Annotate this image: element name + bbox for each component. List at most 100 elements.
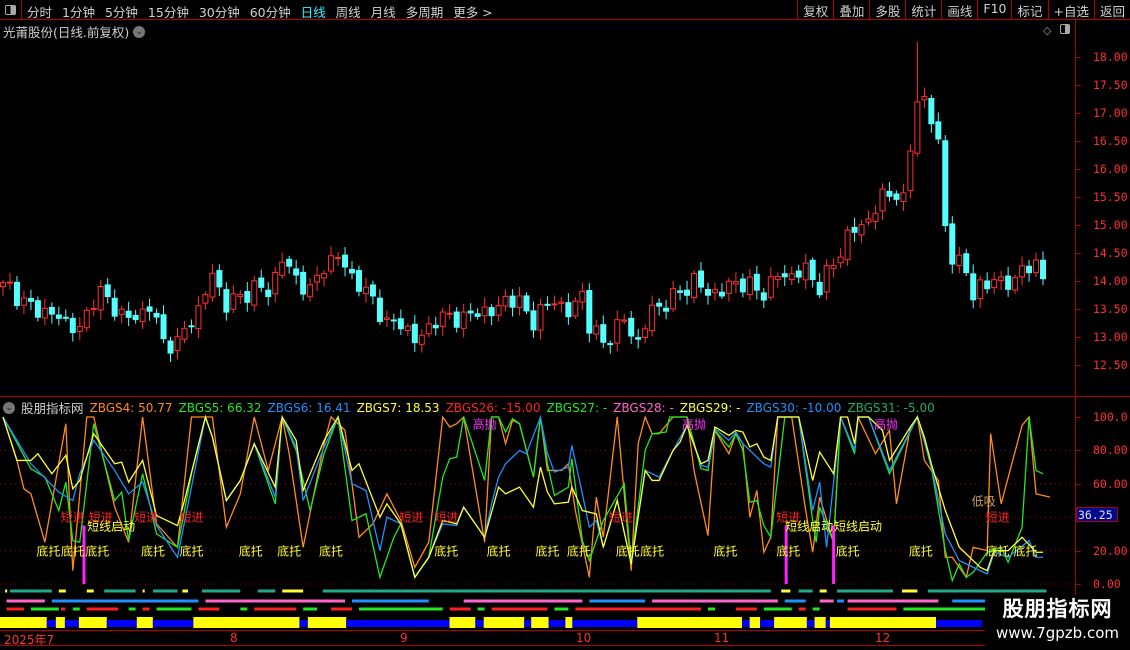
candle bbox=[160, 305, 167, 344]
candle bbox=[844, 225, 851, 266]
candle bbox=[369, 280, 376, 305]
tick-mark bbox=[1076, 113, 1081, 114]
candle bbox=[691, 269, 698, 304]
candle bbox=[614, 310, 621, 352]
date-axis-bottom bbox=[0, 645, 985, 646]
indicator-annotation: 底托 bbox=[434, 544, 459, 559]
candle bbox=[649, 295, 656, 337]
indicator-value: ZBGS5: 66.32 bbox=[178, 400, 262, 415]
indicator-annotation: 底托 bbox=[60, 544, 85, 559]
status-block bbox=[774, 617, 807, 628]
candle bbox=[760, 287, 767, 308]
status-block bbox=[531, 617, 549, 628]
candle bbox=[823, 259, 830, 301]
indicator-annotation: 短进 bbox=[60, 510, 85, 525]
tick-mark bbox=[1076, 450, 1081, 452]
chart-canvas[interactable] bbox=[0, 0, 1130, 650]
candle bbox=[991, 272, 998, 295]
candle bbox=[279, 252, 286, 279]
candle bbox=[509, 289, 516, 317]
status-strip-segment bbox=[707, 607, 715, 611]
status-block bbox=[936, 620, 983, 627]
tick-mark bbox=[1076, 483, 1081, 485]
date-label: 12 bbox=[875, 631, 891, 645]
indicator-annotation: 底托 bbox=[713, 544, 738, 559]
panel-divider bbox=[0, 396, 1130, 397]
indicator-annotation: 短线启动 bbox=[785, 519, 834, 534]
watermark-logo: 股朋指标网 www.7gpzb.com bbox=[985, 595, 1130, 650]
candle bbox=[390, 313, 397, 331]
candle bbox=[1040, 251, 1047, 286]
indicator-annotation: 底托 bbox=[535, 544, 560, 559]
indicator-annotation: 短进 bbox=[985, 510, 1010, 525]
status-strip-segment bbox=[182, 589, 188, 593]
candle bbox=[230, 285, 237, 314]
status-block bbox=[829, 617, 937, 628]
candle bbox=[55, 306, 62, 326]
candle bbox=[153, 308, 160, 324]
indicator-value: ZBGS4: 50.77 bbox=[89, 400, 173, 415]
candle bbox=[572, 296, 579, 319]
status-block bbox=[572, 620, 638, 627]
candle bbox=[732, 272, 739, 294]
price-tick-label: 12.50 bbox=[1093, 358, 1128, 372]
indicator-value: ZBGS26: -15.00 bbox=[445, 400, 541, 415]
candle bbox=[725, 277, 732, 302]
candle bbox=[209, 263, 216, 302]
candle bbox=[181, 320, 188, 344]
status-strip-segment bbox=[902, 589, 918, 593]
tick-mark bbox=[1076, 197, 1081, 198]
indicator-annotation: 底托 bbox=[776, 544, 801, 559]
status-block bbox=[64, 620, 79, 627]
status-strip-segment bbox=[51, 599, 199, 603]
candle bbox=[942, 135, 949, 232]
tick-mark bbox=[1076, 57, 1081, 58]
price-tick-label: 13.00 bbox=[1093, 330, 1128, 344]
tick-mark bbox=[1076, 309, 1081, 310]
candle bbox=[607, 340, 614, 354]
status-block bbox=[749, 617, 761, 628]
candle bbox=[237, 290, 244, 305]
candle bbox=[258, 269, 265, 293]
status-strip-segment bbox=[589, 599, 646, 603]
status-strip-segment bbox=[205, 599, 346, 603]
candle bbox=[314, 266, 321, 292]
status-block bbox=[483, 617, 525, 628]
candle bbox=[404, 323, 411, 336]
candle bbox=[963, 248, 970, 277]
status-strip-segment bbox=[9, 589, 52, 593]
status-strip-segment bbox=[72, 607, 80, 611]
status-block bbox=[78, 617, 107, 628]
candle bbox=[858, 219, 865, 243]
indicator-annotation: 底托 bbox=[277, 544, 302, 559]
candle bbox=[62, 309, 69, 322]
tick-mark bbox=[1076, 337, 1081, 338]
candle bbox=[893, 190, 900, 206]
candle bbox=[837, 248, 844, 269]
indicator-annotation: 高抛 bbox=[472, 417, 497, 432]
status-block bbox=[814, 617, 826, 628]
indicator-tick-label: 0.00 bbox=[1093, 577, 1121, 591]
candle bbox=[265, 282, 272, 306]
indicator-value: ZBGS29: - bbox=[679, 400, 741, 415]
candle bbox=[139, 301, 146, 329]
logo-url: www.7gpzb.com bbox=[996, 624, 1119, 642]
status-strip-segment bbox=[86, 607, 119, 611]
status-block bbox=[55, 617, 65, 628]
candle bbox=[111, 289, 118, 321]
status-strip-segment bbox=[952, 599, 988, 603]
candle bbox=[202, 291, 209, 310]
date-axis-border bbox=[0, 630, 985, 631]
candle bbox=[795, 264, 802, 284]
indicator-annotation: 底托 bbox=[238, 544, 263, 559]
axis-border bbox=[1075, 20, 1076, 630]
chevron-down-icon[interactable]: ⌄ bbox=[3, 401, 15, 414]
price-tick-label: 14.50 bbox=[1093, 246, 1128, 260]
status-block bbox=[106, 620, 137, 627]
candle bbox=[970, 264, 977, 309]
indicator-annotation: 底托 bbox=[640, 544, 665, 559]
status-strip-segment bbox=[763, 607, 792, 611]
indicator-annotation: 底托 bbox=[486, 544, 511, 559]
candle bbox=[342, 247, 349, 277]
indicator-annotation: 底托 bbox=[141, 544, 166, 559]
